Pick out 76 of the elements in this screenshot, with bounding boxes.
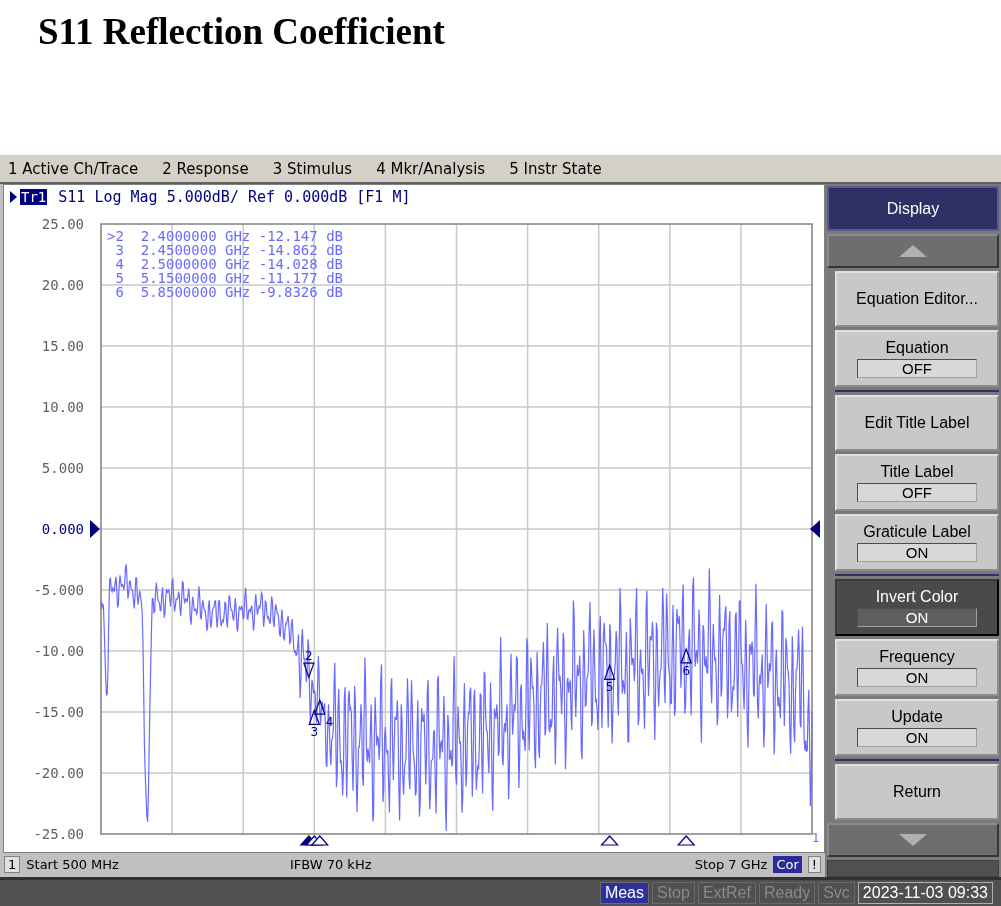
marker-triangle-icon	[603, 663, 616, 680]
marker-triangle-icon	[308, 708, 321, 725]
channel-number: 1	[4, 855, 21, 873]
axis-label: 5.000	[41, 460, 84, 476]
toggle-softkey[interactable]: Invert Color ON	[835, 579, 999, 636]
status-indicator: ExtRef	[697, 882, 756, 904]
axis-label: 0.000	[41, 521, 84, 537]
toggle-value: ON	[857, 543, 977, 562]
reference-triangle-icon	[810, 520, 820, 538]
toggle-label: Title Label	[880, 463, 954, 481]
trace-end-label: 1	[812, 831, 820, 845]
axis-label: -15.00	[33, 704, 84, 720]
marker-readout: 4 2.5000000 GHz -14.028 dB	[115, 256, 343, 272]
status-indicator: Meas	[599, 882, 649, 904]
toggle-value: OFF	[857, 483, 977, 502]
toggle-value: ON	[857, 728, 977, 747]
toggle-softkey[interactable]: Title Label OFF	[835, 454, 999, 511]
marker-label: 6	[682, 663, 691, 678]
up-arrow-icon	[899, 245, 927, 257]
stop-frequency: Stop 7 GHz	[694, 856, 768, 872]
ifbw-setting: IFBW 70 kHz	[289, 856, 372, 872]
softkey-button[interactable]: Return	[835, 764, 999, 820]
toggle-label: Update	[891, 708, 943, 726]
toggle-softkey[interactable]: Equation OFF	[835, 330, 999, 387]
toggle-value: OFF	[857, 359, 977, 378]
toggle-label: Frequency	[879, 648, 955, 666]
down-arrow-icon	[899, 834, 927, 846]
menu-item[interactable]: 5 Instr State	[509, 159, 602, 178]
menu-header: Display	[827, 186, 999, 231]
toggle-label: Equation	[885, 339, 949, 357]
marker-triangle-icon	[680, 647, 693, 664]
menu-item[interactable]: 4 Mkr/Analysis	[376, 159, 486, 178]
start-frequency: Start 500 MHz	[26, 856, 119, 872]
toggle-label: Invert Color	[875, 588, 959, 606]
toggle-value: ON	[857, 608, 977, 627]
axis-label: 15.00	[41, 338, 84, 354]
axis-label: -20.00	[33, 765, 84, 781]
status-indicator: Svc	[818, 882, 855, 904]
marker-label: 4	[325, 715, 334, 730]
trace-info: S11 Log Mag 5.000dB/ Ref 0.000dB [F1 M]	[58, 188, 411, 206]
marker-label: 5	[605, 680, 614, 695]
date-time: 2023-11-03 09:33	[857, 882, 993, 904]
axis-label: 25.00	[41, 216, 84, 232]
toggle-value: ON	[857, 668, 977, 687]
marker-label: 3	[310, 725, 319, 740]
menu-item[interactable]: 2 Response	[162, 159, 249, 178]
trace-tag[interactable]: Tr1	[20, 189, 48, 205]
axis-label: -10.00	[33, 643, 84, 659]
axis-label: 10.00	[41, 399, 84, 415]
axis-label: -5.000	[33, 582, 84, 598]
toggle-softkey[interactable]: Frequency ON	[835, 639, 999, 696]
axis-label: 20.00	[41, 277, 84, 293]
status-indicator: Stop	[652, 882, 695, 904]
axis-label: -25.00	[33, 826, 84, 842]
marker-readout: 6 5.8500000 GHz -9.8326 dB	[115, 284, 343, 300]
scroll-up-button[interactable]	[827, 234, 999, 268]
page-title: S11 Reflection Coefficient	[38, 10, 445, 53]
triangle-icon	[10, 191, 17, 203]
reference-triangle-icon	[90, 520, 100, 538]
marker-readout: 5 5.1500000 GHz -11.177 dB	[115, 270, 343, 286]
marker-triangle-icon	[313, 698, 326, 715]
marker-label: 2	[305, 649, 313, 664]
toggle-label: Graticule Label	[863, 523, 971, 541]
marker-triangle-icon	[302, 662, 315, 679]
softkey-button[interactable]: Equation Editor...	[835, 271, 999, 327]
scroll-down-button[interactable]	[827, 823, 999, 857]
toggle-softkey[interactable]: Update ON	[835, 699, 999, 756]
menu-item[interactable]: 3 Stimulus	[272, 159, 353, 178]
marker-readout: >2 2.4000000 GHz -12.147 dB	[107, 228, 343, 244]
toggle-softkey[interactable]: Graticule Label ON	[835, 514, 999, 571]
menu-item[interactable]: 1 Active Ch/Trace	[8, 159, 139, 178]
softkey-button[interactable]: Edit Title Label	[835, 395, 999, 451]
status-indicator: Ready	[758, 882, 816, 904]
warning-indicator: !	[807, 855, 821, 873]
marker-readout: 3 2.4500000 GHz -14.862 dB	[115, 242, 343, 258]
correction-indicator: Cor	[773, 855, 802, 873]
